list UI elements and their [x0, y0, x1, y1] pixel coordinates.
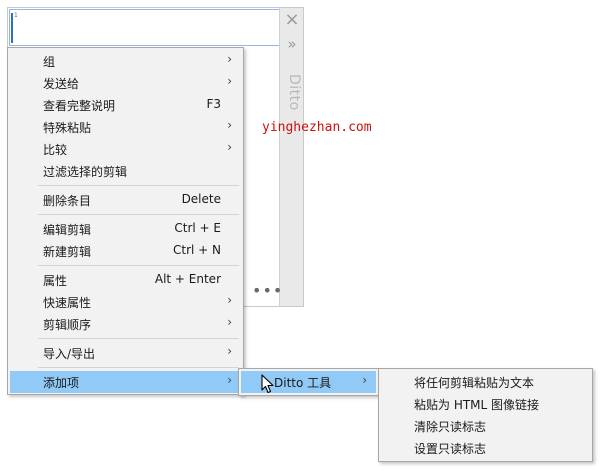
- clip-list[interactable]: 1: [9, 9, 281, 46]
- chevron-right-icon: ›: [227, 315, 232, 329]
- menu-item-quick-properties[interactable]: 快速属性 ›: [10, 291, 241, 313]
- more-icon[interactable]: •••: [252, 281, 283, 300]
- row-number: 1: [14, 12, 18, 19]
- menu-item-shortcut: Alt + Enter: [154, 272, 221, 286]
- brand-label: Ditto: [286, 74, 302, 111]
- menu-item-set-readonly[interactable]: 设置只读标志: [381, 437, 590, 459]
- menu-item-shortcut: F3: [206, 97, 221, 111]
- menu-item-add-ins[interactable]: 添加项 ›: [10, 371, 241, 393]
- menu-item-properties[interactable]: 属性 Alt + Enter: [10, 269, 241, 291]
- menu-item-filter-selected[interactable]: 过滤选择的剪辑: [10, 160, 241, 182]
- menu-item-shortcut: Ctrl + N: [172, 243, 221, 257]
- selected-row-marker: [11, 13, 13, 43]
- menu-item-paste-html-image-link[interactable]: 粘贴为 HTML 图像链接: [381, 393, 590, 415]
- menu-item-label: 添加项: [43, 376, 80, 390]
- menu-item-label: 编辑剪辑: [43, 223, 92, 237]
- side-bar: × » Ditto: [279, 8, 303, 306]
- menu-item-label: 比较: [43, 143, 68, 157]
- chevron-right-icon: ›: [227, 293, 232, 307]
- mouse-cursor-icon: [261, 374, 274, 394]
- ditto-tools-submenu: 将任何剪辑粘贴为文本 粘贴为 HTML 图像链接 清除只读标志 设置只读标志: [378, 368, 593, 462]
- addins-submenu: Ditto 工具 ›: [238, 368, 379, 396]
- menu-separator: [38, 214, 239, 215]
- menu-item-view-full-description[interactable]: 查看完整说明 F3: [10, 94, 241, 116]
- menu-item-shortcut: Ctrl + E: [174, 221, 221, 235]
- menu-item-group[interactable]: 组 ›: [10, 50, 241, 72]
- chevron-right-icon: ›: [227, 74, 232, 88]
- menu-item-label: 属性: [43, 274, 68, 288]
- close-icon[interactable]: ×: [284, 11, 300, 29]
- chevron-right-icon: ›: [227, 344, 232, 358]
- watermark: yinghezhan.com: [262, 120, 372, 135]
- menu-item-label: 剪辑顺序: [43, 318, 92, 332]
- menu-item-label: 删除条目: [43, 194, 92, 208]
- menu-item-import-export[interactable]: 导入/导出 ›: [10, 342, 241, 364]
- chevron-right-icon: ›: [227, 373, 232, 387]
- double-chevron-right-icon[interactable]: »: [284, 36, 300, 52]
- chevron-right-icon: ›: [227, 118, 232, 132]
- chevron-right-icon: ›: [227, 52, 232, 66]
- menu-item-special-paste[interactable]: 特殊粘贴 ›: [10, 116, 241, 138]
- menu-item-paste-as-text[interactable]: 将任何剪辑粘贴为文本: [381, 371, 590, 393]
- menu-item-shortcut: Delete: [181, 192, 221, 206]
- menu-item-clip-order[interactable]: 剪辑顺序 ›: [10, 313, 241, 335]
- chevron-right-icon: ›: [227, 140, 232, 154]
- menu-item-label: 发送给: [43, 77, 80, 91]
- menu-separator: [38, 367, 239, 368]
- menu-item-label: 设置只读标志: [414, 442, 487, 456]
- menu-separator: [38, 185, 239, 186]
- menu-separator: [38, 265, 239, 266]
- menu-item-label: 清除只读标志: [414, 420, 487, 434]
- menu-item-send-to[interactable]: 发送给 ›: [10, 72, 241, 94]
- menu-separator: [38, 338, 239, 339]
- menu-item-label: 新建剪辑: [43, 245, 92, 259]
- menu-item-label: 查看完整说明: [43, 99, 116, 113]
- chevron-right-icon: ›: [362, 373, 367, 387]
- menu-item-new-clip[interactable]: 新建剪辑 Ctrl + N: [10, 240, 241, 262]
- menu-item-label: 特殊粘贴: [43, 121, 92, 135]
- menu-item-label: 组: [43, 55, 56, 69]
- menu-item-label: 将任何剪辑粘贴为文本: [414, 376, 535, 390]
- menu-item-clear-readonly[interactable]: 清除只读标志: [381, 415, 590, 437]
- menu-item-edit-clip[interactable]: 编辑剪辑 Ctrl + E: [10, 218, 241, 240]
- context-menu: 组 › 发送给 › 查看完整说明 F3 特殊粘贴 › 比较 › 过滤选择的剪辑 …: [7, 47, 244, 395]
- menu-item-label: 粘贴为 HTML 图像链接: [414, 398, 540, 412]
- menu-item-compare[interactable]: 比较 ›: [10, 138, 241, 160]
- menu-item-label: 快速属性: [43, 296, 92, 310]
- menu-item-label: Ditto 工具: [274, 376, 332, 390]
- menu-item-label: 导入/导出: [43, 347, 96, 361]
- menu-item-label: 过滤选择的剪辑: [43, 165, 128, 179]
- menu-item-delete[interactable]: 删除条目 Delete: [10, 189, 241, 211]
